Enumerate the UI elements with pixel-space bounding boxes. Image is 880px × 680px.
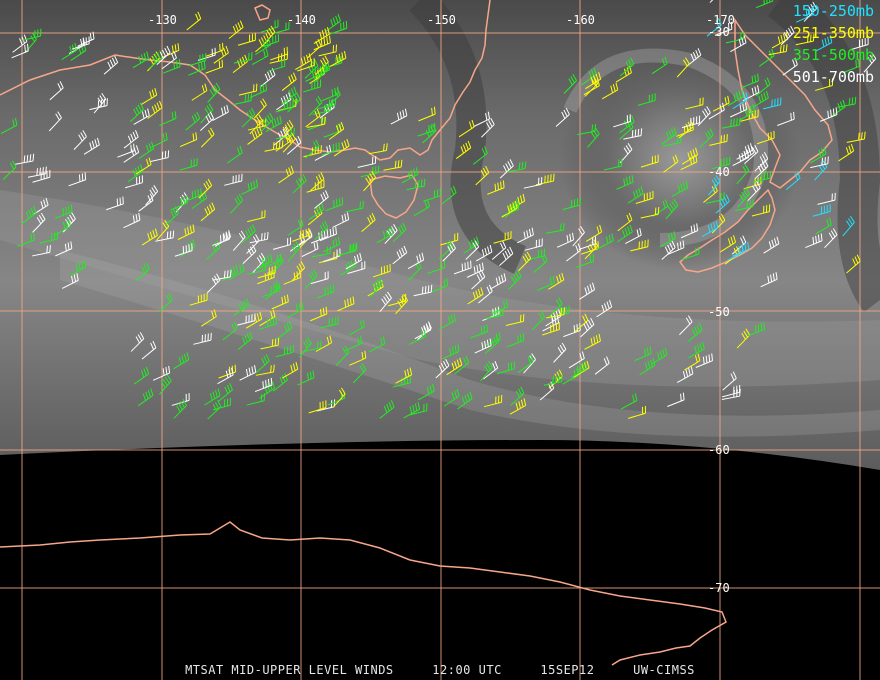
lon-label-140: -140	[287, 13, 316, 27]
lat-label-60: -60	[708, 443, 730, 457]
legend-item-251-350mb: 251-350mb	[792, 24, 874, 42]
lat-label-70: -70	[708, 581, 730, 595]
water-vapor-imagery	[0, 0, 880, 470]
lat-label-30: -30	[708, 25, 730, 39]
lon-label-160: -160	[566, 13, 595, 27]
lon-label-150: -150	[427, 13, 456, 27]
lat-label-40: -40	[708, 165, 730, 179]
legend-item-351-500mb: 351-500mb	[792, 46, 874, 64]
footer-caption: MTSAT MID-UPPER LEVEL WINDS 12:00 UTC 15…	[185, 663, 695, 677]
satellite-wind-map: -130 -140 -150 -160 -170 -30 -40 -50 -60…	[0, 0, 880, 680]
lat-label-50: -50	[708, 305, 730, 319]
legend-item-150-250mb: 150-250mb	[792, 2, 874, 20]
antarctica-coastline	[0, 521, 727, 666]
legend-item-501-700mb: 501-700mb	[792, 68, 874, 86]
lon-label-130: -130	[148, 13, 177, 27]
